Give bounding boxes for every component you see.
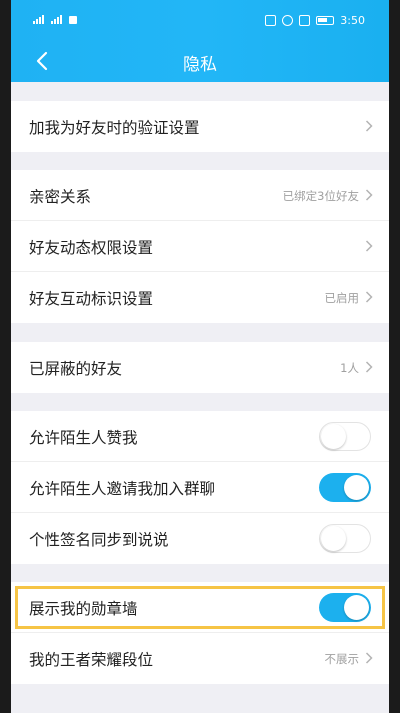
group-friends: 亲密关系 已绑定3位好友 好友动态权限设置 好友互动标识设置 已启用 (11, 170, 389, 323)
row-label: 亲密关系 (29, 188, 92, 206)
row-show-medal-wall: 展示我的勋章墙 (11, 582, 389, 633)
row-honor-of-kings-rank[interactable]: 我的王者荣耀段位 不展示 (11, 633, 389, 684)
nav-bar: 隐私 (11, 40, 389, 82)
chevron-right-icon (365, 361, 373, 373)
row-value: 已绑定3位好友 (282, 189, 359, 203)
row-blocked-friends[interactable]: 已屏蔽的好友 1人 (11, 342, 389, 393)
notification-icon (69, 15, 77, 24)
group-blocked: 已屏蔽的好友 1人 (11, 342, 389, 393)
row-intimate-relationship[interactable]: 亲密关系 已绑定3位好友 (11, 170, 389, 221)
row-label: 我的王者荣耀段位 (29, 651, 154, 669)
signal-icon-2 (51, 15, 65, 24)
row-interaction-badge-settings[interactable]: 好友互动标识设置 已启用 (11, 272, 389, 323)
signal-icon (33, 15, 47, 24)
row-verification-settings[interactable]: 加我为好友时的验证设置 (11, 101, 389, 152)
toggle-knob (321, 423, 346, 449)
toggle-knob (344, 595, 369, 620)
toggle-switch-off[interactable] (319, 524, 371, 553)
group-verification: 加我为好友时的验证设置 (11, 101, 389, 152)
row-signature-sync: 个性签名同步到说说 (11, 513, 389, 564)
chevron-right-icon (365, 240, 373, 252)
vibrate-icon (299, 15, 311, 26)
nfc-icon (265, 15, 277, 26)
chevron-right-icon (365, 189, 373, 201)
battery-icon (316, 16, 335, 25)
chevron-right-icon (365, 652, 373, 664)
status-bar: 3:50 (11, 0, 389, 40)
row-value: 不展示 (324, 652, 360, 666)
toggle-switch-off[interactable] (319, 422, 371, 451)
toggle-knob (321, 525, 346, 551)
row-value: 1人 (340, 361, 359, 375)
phone-screen: 3:50 隐私 加我为好友时的验证设置 亲密关系 已绑定3位好友 好友动态权限设… (11, 0, 389, 713)
row-label: 好友动态权限设置 (29, 239, 154, 257)
row-label: 加我为好友时的验证设置 (29, 119, 200, 137)
row-label: 已屏蔽的好友 (29, 360, 123, 378)
chevron-right-icon (365, 120, 373, 132)
toggle-switch-on[interactable] (319, 593, 371, 622)
row-allow-stranger-like: 允许陌生人赞我 (11, 411, 389, 462)
row-label: 允许陌生人邀请我加入群聊 (29, 480, 216, 498)
status-time: 3:50 (340, 14, 365, 27)
page-title: 隐私 (183, 55, 217, 75)
toggle-knob (344, 475, 369, 500)
row-label: 好友互动标识设置 (29, 290, 154, 308)
top-bar: 3:50 隐私 (11, 0, 389, 82)
row-label: 允许陌生人赞我 (29, 429, 138, 447)
group-stranger-settings: 允许陌生人赞我 允许陌生人邀请我加入群聊 个性签名同步到说说 (11, 411, 389, 564)
chevron-right-icon (365, 291, 373, 303)
alarm-icon (282, 15, 294, 26)
row-allow-stranger-group-invite: 允许陌生人邀请我加入群聊 (11, 462, 389, 513)
group-display: 展示我的勋章墙 我的王者荣耀段位 不展示 (11, 582, 389, 684)
toggle-switch-on[interactable] (319, 473, 371, 502)
row-value: 已启用 (324, 291, 360, 305)
row-friend-feed-permissions[interactable]: 好友动态权限设置 (11, 221, 389, 272)
row-label: 个性签名同步到说说 (29, 531, 169, 549)
row-label: 展示我的勋章墙 (29, 600, 138, 618)
